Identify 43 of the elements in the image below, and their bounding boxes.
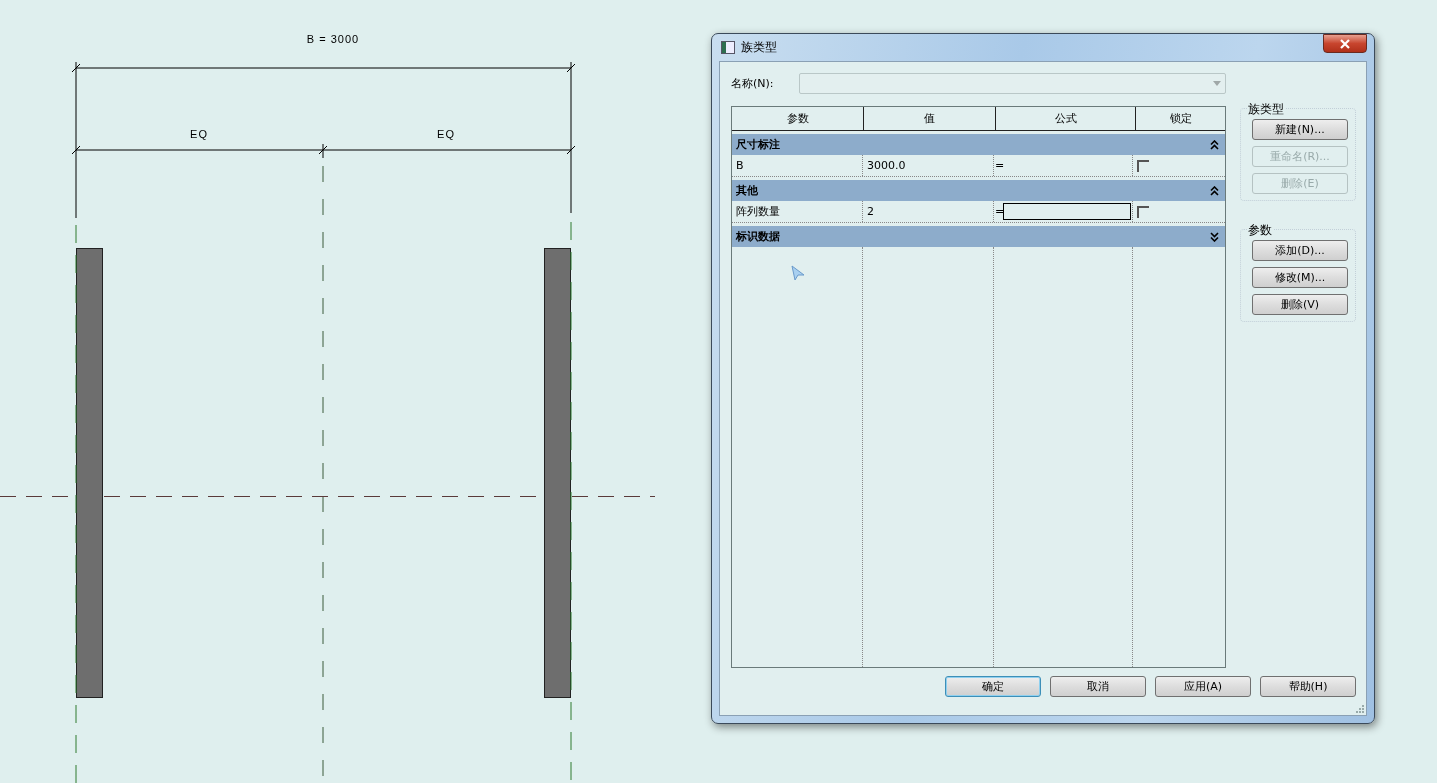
group-title: 其他 xyxy=(736,183,758,198)
resize-grip-icon[interactable] xyxy=(1356,705,1364,713)
table-cell: B xyxy=(732,155,863,176)
window-title: 族类型 xyxy=(741,39,778,56)
dimension-text: EQ xyxy=(190,128,208,140)
lock-checkbox[interactable] xyxy=(1137,205,1149,218)
column-header[interactable]: 值 xyxy=(864,107,996,130)
close-icon xyxy=(1339,38,1351,49)
table-cell: 阵列数量 xyxy=(732,201,863,222)
dimension-text: EQ xyxy=(437,128,455,140)
group-header[interactable]: 尺寸标注 xyxy=(732,134,1225,155)
expand-icon[interactable] xyxy=(1210,231,1219,242)
dialog-button[interactable]: 应用(A) xyxy=(1155,676,1251,697)
table-cell: 2 xyxy=(863,201,994,222)
column-header[interactable]: 锁定 xyxy=(1136,107,1225,130)
side-button[interactable]: 新建(N)... xyxy=(1252,119,1348,140)
dialog-button[interactable]: 取消 xyxy=(1050,676,1146,697)
group-title: 尺寸标注 xyxy=(736,137,780,152)
lock-checkbox[interactable] xyxy=(1137,159,1149,172)
side-button[interactable]: 添加(D)... xyxy=(1252,240,1348,261)
collapse-icon[interactable] xyxy=(1210,139,1219,150)
column-header[interactable]: 参数 xyxy=(732,107,864,130)
formula-text: = xyxy=(995,205,1003,218)
close-button[interactable] xyxy=(1323,34,1367,53)
group-title: 参数 xyxy=(1247,222,1273,239)
table-cell: 3000.0 xyxy=(863,155,994,176)
window-icon xyxy=(721,41,735,54)
mouse-pointer-icon xyxy=(791,265,805,281)
formula-input[interactable] xyxy=(1003,203,1131,220)
dialog-button[interactable]: 确定 xyxy=(945,676,1041,697)
side-button[interactable]: 修改(M)... xyxy=(1252,267,1348,288)
formula-text: = xyxy=(995,159,1003,172)
dimension-text: B = 3000 xyxy=(306,33,360,45)
side-button[interactable]: 删除(V) xyxy=(1252,294,1348,315)
group-header[interactable]: 其他 xyxy=(732,180,1225,201)
group-header[interactable]: 标识数据 xyxy=(732,226,1225,247)
dropdown-arrow-icon xyxy=(1213,80,1221,86)
dialog-button[interactable]: 帮助(H) xyxy=(1260,676,1356,697)
group-title: 标识数据 xyxy=(736,229,780,244)
column-header[interactable]: 公式 xyxy=(996,107,1136,130)
group-title: 族类型 xyxy=(1247,101,1285,118)
field-label: 名称(N): xyxy=(731,75,775,91)
collapse-icon[interactable] xyxy=(1210,185,1219,196)
